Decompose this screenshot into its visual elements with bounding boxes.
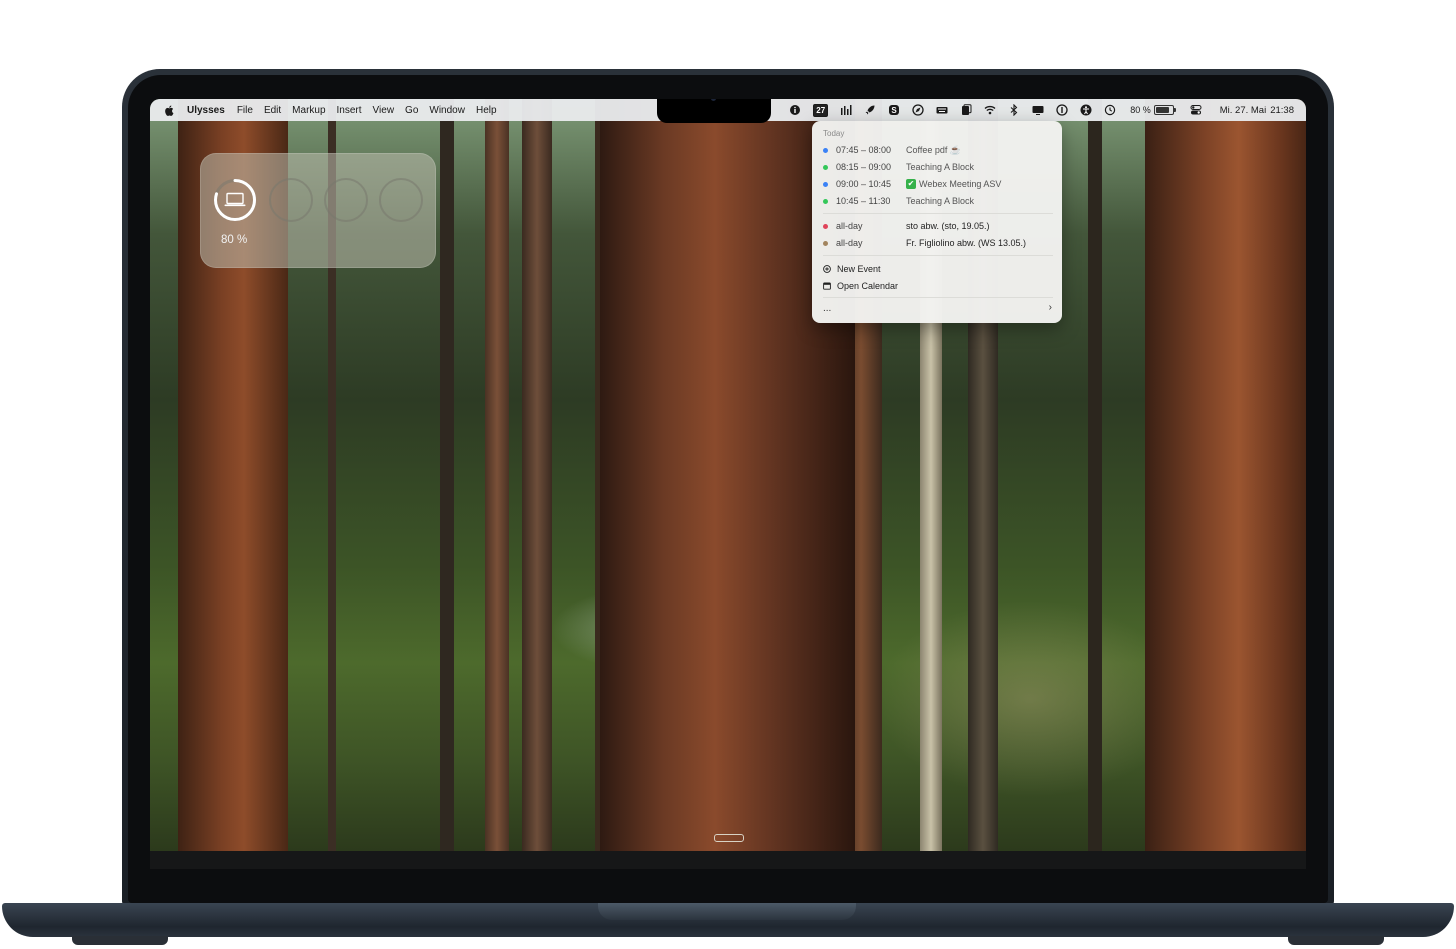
event-time: 07:45 – 08:00 (836, 145, 892, 155)
dropdown-separator (823, 213, 1053, 214)
battery-icon[interactable] (1153, 105, 1176, 115)
menu-bar-status: 27 S 80 % Mi. 27. Mai 21:38 (783, 99, 1294, 121)
event-time: all-day (836, 221, 863, 231)
laptop-foot (1288, 936, 1384, 945)
menu-go[interactable]: Go (405, 105, 418, 116)
event-title: sto abw. (sto, 19.05.) (906, 221, 990, 231)
battery-ring-empty (379, 178, 423, 222)
clock-date: Mi. 27. Mai (1219, 104, 1267, 116)
dropdown-separator (823, 255, 1053, 256)
dock-indicator[interactable] (714, 834, 744, 842)
menu-edit[interactable]: Edit (264, 105, 281, 116)
open-calendar-button[interactable]: Open Calendar (823, 279, 898, 293)
menu-bar-clock[interactable]: Mi. 27. Mai 21:38 (1216, 105, 1294, 116)
menu-help[interactable]: Help (476, 105, 497, 116)
battery-widget[interactable]: 80 % (200, 153, 436, 268)
event-title: Fr. Figliolino abw. (WS 13.05.) (906, 238, 1027, 248)
dropdown-separator (823, 297, 1053, 298)
menu-bar-left: Ulysses File Edit Markup Insert View Go … (150, 99, 508, 121)
calendar-color-dot (823, 240, 828, 246)
calendar-small-icon (823, 282, 831, 290)
plus-circle-icon (823, 265, 831, 273)
event-row[interactable]: 08:15 – 09:00 Teaching A Block (823, 160, 1053, 174)
accessibility-icon[interactable] (1080, 104, 1092, 116)
wallpaper-tree (440, 99, 454, 851)
wallpaper-tree (1088, 99, 1102, 851)
new-event-button[interactable]: New Event (823, 262, 881, 276)
clipboard-icon[interactable] (960, 104, 972, 116)
skype-icon[interactable]: S (888, 104, 900, 116)
clock-time: 21:38 (1270, 104, 1294, 116)
screen-chin (150, 851, 1306, 869)
event-time: all-day (836, 238, 863, 248)
battery-ring-laptop (214, 179, 256, 221)
calendar-color-dot (823, 198, 828, 204)
battery-percent[interactable]: 80 % (1130, 105, 1151, 115)
wallpaper-tree (1145, 99, 1306, 851)
allday-event-row[interactable]: all-day Fr. Figliolino abw. (WS 13.05.) (823, 236, 1053, 250)
battery-ring-empty (269, 178, 313, 222)
menu-markup[interactable]: Markup (292, 105, 325, 116)
event-title-wrapper: ✔ Webex Meeting ASV (906, 179, 1001, 190)
more-options-button[interactable]: ... (823, 303, 831, 314)
event-time: 09:00 – 10:45 (836, 179, 892, 189)
compass-icon[interactable] (912, 104, 924, 116)
wifi-icon[interactable] (984, 104, 996, 116)
event-time: 08:15 – 09:00 (836, 162, 892, 172)
time-machine-icon[interactable] (1104, 104, 1116, 116)
new-event-label: New Event (837, 264, 881, 274)
laptop-hinge-notch (598, 903, 856, 920)
bar-chart-icon[interactable] (840, 104, 852, 116)
control-center-icon[interactable] (1190, 104, 1202, 116)
laptop-foot (72, 936, 168, 945)
event-title: Teaching A Block (906, 196, 975, 206)
checkmark-icon: ✔ (906, 179, 916, 190)
apple-logo-icon[interactable] (164, 104, 174, 116)
rocket-icon[interactable] (864, 104, 876, 116)
laptop-icon (224, 192, 246, 207)
event-time: 10:45 – 11:30 (836, 196, 891, 206)
open-calendar-label: Open Calendar (837, 281, 899, 291)
calendar-icon[interactable]: 27 (813, 103, 829, 117)
event-row[interactable]: 07:45 – 08:00 Coffee pdf ☕ (823, 143, 1053, 157)
calendar-dropdown: Today 07:45 – 08:00 Coffee pdf ☕ 08:15 –… (812, 121, 1062, 323)
menu-insert[interactable]: Insert (337, 105, 362, 116)
display-icon[interactable] (1032, 104, 1044, 116)
desktop-screen: Ulysses File Edit Markup Insert View Go … (150, 99, 1306, 851)
one-password-icon[interactable] (1056, 104, 1068, 116)
calendar-color-dot (823, 147, 828, 153)
wallpaper-tree (485, 99, 509, 851)
calendar-color-dot (823, 181, 828, 187)
battery-ring-empty (324, 178, 368, 222)
dropdown-header: Today (823, 129, 845, 138)
event-row[interactable]: 09:00 – 10:45 ✔ Webex Meeting ASV (823, 177, 1053, 191)
keyboard-icon[interactable] (936, 104, 948, 116)
battery-widget-percent: 80 % (221, 234, 248, 246)
event-title: Teaching A Block (906, 162, 975, 172)
event-row[interactable]: 10:45 – 11:30 Teaching A Block (823, 194, 1053, 208)
battery-fill (1155, 107, 1169, 113)
event-title: Webex Meeting ASV (919, 178, 1002, 189)
calendar-color-dot (823, 223, 828, 229)
wallpaper-tree (522, 99, 552, 851)
camera-notch (657, 99, 771, 123)
bluetooth-icon[interactable] (1008, 104, 1020, 116)
info-icon[interactable] (789, 104, 801, 116)
svg-text:S: S (892, 106, 898, 115)
event-title: Coffee pdf ☕ (906, 144, 962, 155)
chevron-right-icon[interactable]: › (1049, 302, 1052, 313)
calendar-color-dot (823, 164, 828, 170)
allday-event-row[interactable]: all-day sto abw. (sto, 19.05.) (823, 219, 1053, 233)
menu-file[interactable]: File (237, 105, 253, 116)
menu-app-name[interactable]: Ulysses (187, 105, 225, 116)
menu-view[interactable]: View (373, 105, 395, 116)
menu-window[interactable]: Window (429, 105, 465, 116)
